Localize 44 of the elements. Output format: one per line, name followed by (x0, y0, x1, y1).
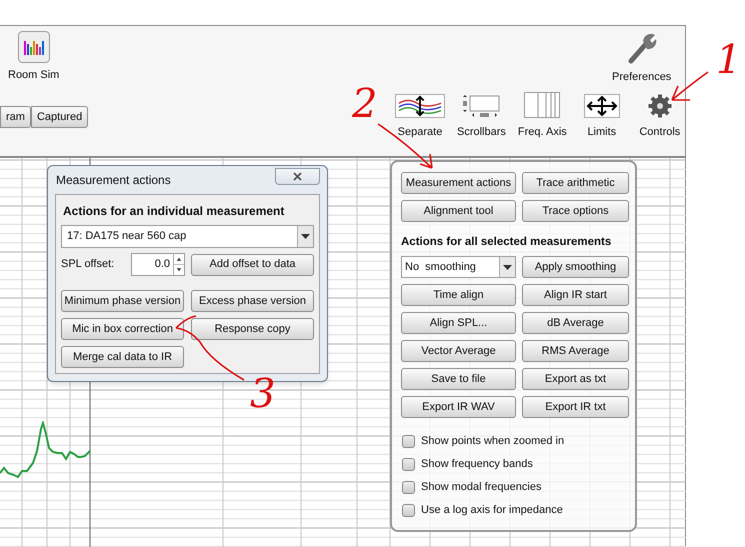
action-button[interactable]: Save to file (401, 368, 516, 390)
action-button[interactable]: Alignment tool (401, 200, 516, 222)
action-button[interactable]: Apply smoothing (522, 256, 629, 278)
action-button[interactable]: Align SPL... (401, 312, 516, 334)
action-button[interactable]: Excess phase version (191, 290, 314, 312)
section-title: Actions for an individual measurement (63, 203, 286, 220)
checkbox-label: Show frequency bands (421, 457, 533, 472)
window-title: Measurement actions (55, 172, 171, 189)
view-tab[interactable]: ram (0, 106, 31, 128)
field-label: SPL offset: (61, 257, 116, 272)
action-button[interactable]: Trace options (522, 200, 629, 222)
action-button[interactable]: Export as txt (522, 368, 629, 390)
checkbox-label: Show points when zoomed in (421, 434, 564, 449)
action-button[interactable]: RMS Average (522, 340, 629, 362)
action-button[interactable]: Mic in box correction (61, 318, 184, 340)
tool-label: Limits (587, 125, 616, 140)
action-button[interactable]: Measurement actions (401, 172, 516, 194)
checkbox-label: Use a log axis for impedance (421, 503, 563, 518)
checkbox-label: Show modal frequencies (421, 480, 542, 495)
tool-label: Scrollbars (457, 125, 506, 140)
annotation-number: 2 (352, 84, 378, 124)
view-tab[interactable]: Captured (30, 106, 88, 128)
annotation-number: 1 (716, 40, 742, 80)
action-button[interactable]: Vector Average (401, 340, 516, 362)
action-button[interactable]: dB Average (522, 312, 629, 334)
tool-label: Controls (639, 125, 680, 140)
action-button[interactable]: Response copy (191, 318, 314, 340)
action-button[interactable]: Merge cal data to IR (61, 346, 184, 368)
action-button[interactable]: Minimum phase version (61, 290, 184, 312)
action-button[interactable]: Trace arithmetic (522, 172, 629, 194)
section-title: Actions for all selected measurements (401, 235, 612, 250)
tool-label: Separate (398, 125, 442, 140)
annotation-number: 3 (250, 374, 276, 414)
tool-label: Freq. Axis (518, 125, 567, 140)
tool-label: Room Sim (8, 68, 60, 83)
action-button[interactable]: Export IR WAV (401, 396, 516, 418)
tool-label: Preferences (612, 70, 672, 85)
action-button[interactable]: Add offset to data (191, 254, 314, 276)
action-button[interactable]: Export IR txt (522, 396, 629, 418)
measurement-dropdown[interactable]: 17: DA175 near 560 cap (61, 225, 314, 248)
action-button[interactable]: Align IR start (522, 284, 629, 306)
offset-spinner[interactable]: 0.0 (131, 253, 185, 276)
smoothing-dropdown[interactable]: No smoothing (401, 256, 516, 278)
action-button[interactable]: Time align (401, 284, 516, 306)
